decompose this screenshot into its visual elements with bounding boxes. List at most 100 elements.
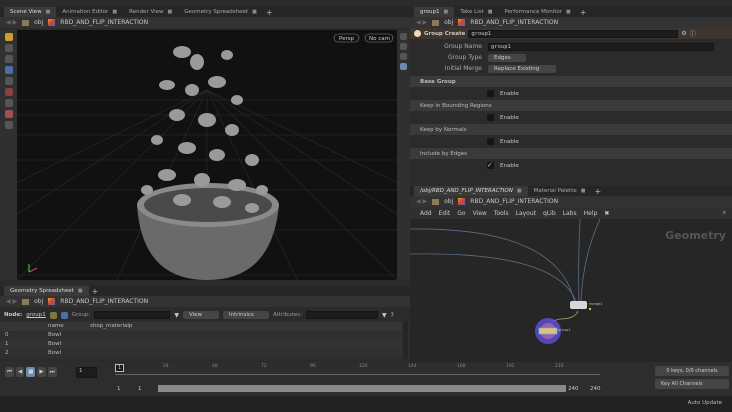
checkbox[interactable]	[487, 138, 494, 145]
jump-start-button[interactable]: ⏮	[5, 367, 14, 377]
group-name-input[interactable]: group1	[488, 42, 714, 51]
menu-go[interactable]: Go	[457, 210, 465, 217]
node-selector[interactable]: group1	[26, 312, 45, 318]
add-tab-button[interactable]: +	[89, 287, 102, 296]
snap-icon[interactable]	[4, 110, 13, 118]
play-reverse-button[interactable]: ◀	[15, 367, 25, 377]
close-icon[interactable]: ■	[517, 188, 522, 194]
tab-scene-view[interactable]: Scene View ■	[4, 7, 57, 17]
menu-labs[interactable]: Labs	[563, 210, 577, 217]
column-header-shop-materialp[interactable]: shop_materialp	[90, 323, 132, 329]
tab-network-path[interactable]: /obj/RBD_AND_FLIP_INTERACTION ■	[414, 186, 528, 196]
play-button[interactable]: ▶	[37, 367, 46, 377]
tab-geometry-spreadsheet[interactable]: Geometry Spreadsheet ■	[178, 7, 263, 17]
frame-marker[interactable]: 1	[115, 364, 125, 372]
close-icon[interactable]: ■	[581, 188, 586, 194]
tab-material-palette[interactable]: Material Palette ■	[528, 186, 592, 196]
close-icon[interactable]: ■	[566, 9, 571, 15]
menu-add[interactable]: Add	[420, 210, 432, 217]
section-keep-in-bounding-regions[interactable]: Keep in Bounding Regions	[410, 100, 732, 111]
shading-icon[interactable]	[400, 43, 407, 50]
tab-geometry-spreadsheet[interactable]: Geometry Spreadsheet ■	[4, 286, 89, 296]
path-root[interactable]: obj	[34, 19, 43, 26]
checkbox[interactable]	[487, 90, 494, 97]
close-icon[interactable]: ■	[168, 9, 173, 15]
back-arrow-icon[interactable]: ◀ ▶	[6, 19, 17, 26]
checkbox[interactable]	[487, 114, 494, 121]
filter-icon[interactable]: ▼	[174, 312, 179, 319]
current-frame-input[interactable]: 1	[76, 367, 97, 378]
add-tab-button[interactable]: +	[577, 8, 590, 17]
intrinsics-menu[interactable]: Intrinsics	[222, 311, 269, 319]
close-icon[interactable]: ■	[78, 288, 83, 294]
primitives-icon[interactable]	[60, 311, 68, 319]
include-by-edges-enable[interactable]: ✓ Enable	[410, 159, 732, 172]
move-tool-icon[interactable]	[4, 44, 13, 52]
close-icon[interactable]: ■	[252, 9, 257, 15]
checkbox-checked[interactable]: ✓	[487, 162, 494, 169]
path-root[interactable]: obj	[444, 19, 453, 26]
range-slider[interactable]	[158, 385, 566, 392]
network-editor[interactable]: Geometry merge1 group1	[410, 219, 732, 362]
help-icon[interactable]: ?	[391, 312, 394, 319]
search-icon[interactable]: ⌕	[723, 209, 726, 217]
tab-render-view[interactable]: Render View ■	[123, 7, 178, 17]
filter-icon[interactable]: ▼	[382, 312, 387, 319]
auto-update-menu[interactable]: Auto Update	[688, 400, 722, 406]
base-group-enable[interactable]: Enable	[410, 87, 732, 100]
range-start-input[interactable]: 1	[117, 386, 121, 392]
back-arrow-icon[interactable]: ◀ ▶	[416, 19, 427, 26]
path-node[interactable]: RBD_AND_FLIP_INTERACTION	[470, 198, 558, 205]
add-tab-button[interactable]: +	[263, 8, 276, 17]
group-type-menu[interactable]: Edges	[488, 53, 526, 62]
playback-end-input[interactable]: 240	[568, 386, 579, 392]
timeline-slider[interactable]: 1 24 48 72 96 120 144 168 192 216	[115, 364, 600, 380]
jump-end-button[interactable]: ⏭	[47, 367, 57, 377]
menu-view[interactable]: View	[473, 210, 487, 217]
attributes-input[interactable]	[305, 311, 378, 319]
gear-icon[interactable]: ⚙	[681, 30, 686, 37]
lighting-icon[interactable]	[400, 53, 407, 60]
playback-start-input[interactable]: 1	[138, 386, 142, 392]
tab-performance-monitor[interactable]: Performance Monitor ■	[499, 7, 577, 17]
visibility-icon[interactable]	[400, 63, 407, 70]
tab-take-list[interactable]: Take List ■	[454, 7, 498, 17]
table-row[interactable]: 0 Bowl	[0, 332, 402, 340]
path-node[interactable]: RBD_AND_FLIP_INTERACTION	[60, 19, 148, 26]
back-arrow-icon[interactable]: ◀ ▶	[416, 198, 427, 205]
close-icon[interactable]: ■	[488, 9, 493, 15]
close-icon[interactable]: ■	[46, 9, 51, 15]
path-node[interactable]: RBD_AND_FLIP_INTERACTION	[470, 19, 558, 26]
view-menu[interactable]: View	[182, 311, 219, 319]
close-icon[interactable]: ■	[112, 9, 117, 15]
bounding-regions-enable[interactable]: Enable	[410, 111, 732, 124]
add-tab-button[interactable]: +	[591, 187, 604, 196]
path-node[interactable]: RBD_AND_FLIP_INTERACTION	[60, 298, 148, 305]
menu-help[interactable]: Help	[584, 210, 598, 217]
column-header-name[interactable]: name	[48, 323, 64, 329]
key-all-channels-button[interactable]: Key All Channels	[655, 379, 729, 389]
display-options-icon[interactable]	[400, 33, 407, 40]
table-row[interactable]: 1 Bowl	[0, 341, 402, 349]
node-name-input[interactable]: group1	[468, 29, 679, 38]
range-end-input[interactable]: 240	[590, 386, 601, 392]
initial-merge-menu[interactable]: Replace Existing	[488, 64, 556, 73]
close-icon[interactable]: ■	[443, 9, 448, 15]
section-keep-by-normals[interactable]: Keep by Normals	[410, 124, 732, 135]
view-tool-icon[interactable]	[4, 99, 13, 107]
display-icon[interactable]	[4, 121, 13, 129]
keys-status[interactable]: 0 keys, 0/0 channels	[655, 366, 729, 376]
tab-animation-editor[interactable]: Animation Editor ■	[56, 7, 123, 17]
tab-group1[interactable]: group1 ■	[414, 7, 455, 17]
menu-qlib[interactable]: qLib	[543, 210, 556, 217]
rotate-tool-icon[interactable]	[4, 55, 13, 63]
path-root[interactable]: obj	[444, 198, 453, 205]
scrollbar[interactable]	[403, 322, 408, 359]
section-include-by-edges[interactable]: Include by Edges	[410, 148, 732, 159]
pose-tool-icon[interactable]	[4, 88, 13, 96]
help-icon[interactable]: ⓘ	[690, 29, 696, 38]
menu-edit[interactable]: Edit	[439, 210, 451, 217]
section-base-group[interactable]: Base Group	[410, 76, 732, 87]
handle-tool-icon[interactable]	[4, 77, 13, 85]
table-row[interactable]: 2 Bowl	[0, 350, 402, 358]
